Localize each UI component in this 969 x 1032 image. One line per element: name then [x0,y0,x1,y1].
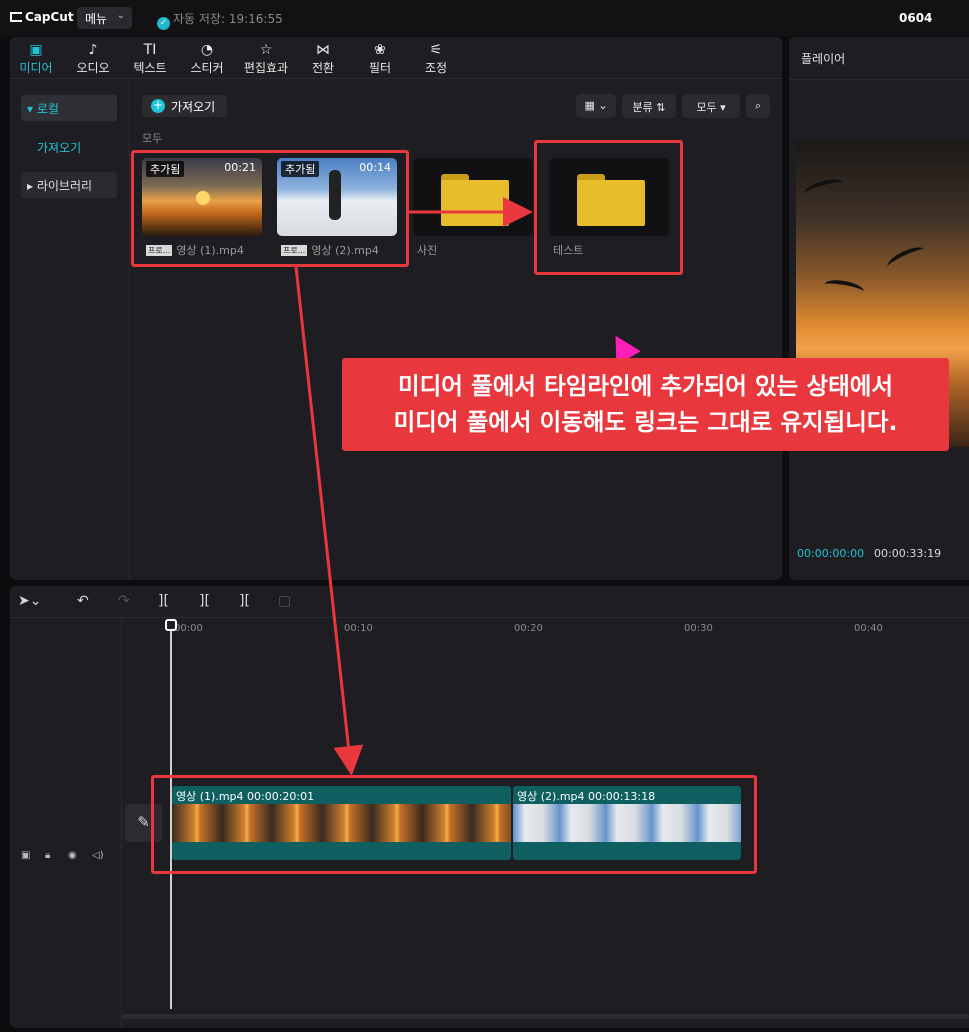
tab-filter-label: 필터 [368,61,392,75]
pencil-icon: ✎ [137,813,150,831]
media-icon: ▣ [29,42,43,58]
tab-adjust-label: 조정 [424,61,448,75]
app-logo-text: CapCut [25,10,74,24]
sort-button[interactable]: 분류 ⇅ [622,94,676,118]
sidebar-item-local[interactable]: ▾ 로컬 [21,95,117,121]
bird-shape [884,243,928,273]
funnel-icon: ▾ [720,101,726,114]
filter-button[interactable]: 모두 ▾ [682,94,740,118]
app-logo: CapCut [10,10,74,24]
player-panel: 플레이어 00:00:00:00 00:00:33:19 [789,37,969,580]
tab-text[interactable]: TI 텍스트 [129,41,171,76]
folder-icon [441,174,509,226]
time-ruler[interactable]: 00:00 00:10 00:20 00:30 00:40 [122,619,969,637]
tab-transition[interactable]: ⋈ 전환 [307,41,339,76]
delete-icon[interactable]: ▢ [278,593,291,609]
select-tool-icon[interactable]: ➤⌄ [18,593,41,609]
asset-tabs: ▣ 미디어 ♪ 오디오 TI 텍스트 ◔ 스티커 ☆ 편집효과 ⋈ 전환 ❀ 필터 ⚟ 조정 [10,37,782,79]
annotation-box-timeline-clips [151,775,757,874]
chevron-down-icon: ⌄ [116,10,125,21]
ruler-tick: 00:40 [854,623,883,634]
sticker-icon: ◔ [200,42,214,58]
sidebar-item-library[interactable]: ▸ 라이브러리 [21,172,117,198]
track-header: ▣ 🔒︎ ◉ ◁) [10,619,122,1028]
tab-filter[interactable]: ❀ 필터 [364,41,396,76]
bird-shape [823,277,865,299]
filter-icon: ❀ [374,42,386,58]
sort-icon: ⇅ [656,101,666,114]
tab-sticker[interactable]: ◔ 스티커 [186,41,228,76]
tab-effects[interactable]: ☆ 편집효과 [240,41,292,76]
transition-icon: ⋈ [316,42,330,58]
ruler-tick: 00:30 [684,623,713,634]
tab-adjust[interactable]: ⚟ 조정 [420,41,452,76]
tab-media-label: 미디어 [19,61,53,75]
tab-audio-label: 오디오 [76,61,110,75]
volume-icon[interactable]: ◁) [92,850,104,861]
project-name[interactable]: 0604 [899,11,932,25]
total-time: 00:00:33:19 [874,547,942,560]
eye-icon[interactable]: ◉ [68,850,77,861]
callout-line-1: 미디어 풀에서 타임라인에 추가되어 있는 상태에서 [398,372,893,400]
tab-text-label: 텍스트 [133,61,167,75]
title-bar: CapCut 메뉴 ⌄ ✓ 자동 저장: 19:16:55 0604 [0,0,969,36]
section-label-all: 모두 [142,132,163,145]
annotation-box-media-items [131,150,409,267]
callout-line-2: 미디어 풀에서 이동해도 링크는 그대로 유지됩니다. [393,408,898,436]
undo-icon[interactable]: ↶ [77,593,89,609]
auto-save-text: 자동 저장: 19:16:55 [173,12,283,26]
import-button[interactable]: + 가져오기 [142,95,227,117]
trim-left-icon[interactable]: ][ [199,593,210,609]
annotation-callout: 미디어 풀에서 타임라인에 추가되어 있는 상태에서 미디어 풀에서 이동해도 … [342,358,949,451]
video-track-icon: ▣ [21,850,31,861]
annotation-box-target-folder [534,140,683,275]
playhead-handle[interactable] [165,619,177,631]
ruler-tick: 00:00 [174,623,203,634]
lock-icon[interactable]: 🔒︎ [45,850,50,861]
current-time: 00:00:00:00 [797,547,865,560]
capcut-logo-icon [10,12,22,22]
trim-right-icon[interactable]: ][ [239,593,250,609]
auto-save-status: ✓ 자동 저장: 19:16:55 [157,10,283,30]
ruler-tick: 00:20 [514,623,543,634]
effects-icon: ☆ [259,42,273,58]
audio-icon: ♪ [88,42,98,58]
folder-caption: 사진 [417,244,438,257]
player-divider [789,79,969,80]
tab-transition-label: 전환 [311,61,335,75]
adjust-icon: ⚟ [429,42,443,58]
tab-media[interactable]: ▣ 미디어 [16,41,56,76]
ruler-tick: 00:10 [344,623,373,634]
plus-icon: + [151,98,165,113]
check-icon: ✓ [157,17,170,30]
player-title: 플레이어 [801,52,846,66]
filter-label: 모두 [696,101,717,114]
menu-button[interactable]: 메뉴 ⌄ [77,7,132,29]
import-button-label: 가져오기 [171,100,216,114]
tab-audio[interactable]: ♪ 오디오 [73,41,113,76]
search-icon: ⌕ [754,99,762,112]
bird-shape [802,176,846,200]
timeline-toolbar: ➤⌄ ↶ ↷ ][ ][ ][ ▢ [10,586,969,618]
sidebar-item-import[interactable]: 가져오기 [21,134,117,160]
media-panel: ▣ 미디어 ♪ 오디오 TI 텍스트 ◔ 스티커 ☆ 편집효과 ⋈ 전환 ❀ 필터 ⚟ 조정 ▾… [10,37,782,580]
grid-icon: ▦ ⌄ [584,99,608,112]
search-button[interactable]: ⌕ [746,94,770,118]
media-sidebar: ▾ 로컬 가져오기 ▸ 라이브러리 [10,80,130,580]
sort-label: 분류 [632,101,653,114]
folder-thumbnail [413,158,533,236]
menu-label: 메뉴 [85,12,108,26]
redo-icon[interactable]: ↷ [118,593,130,609]
text-icon: TI [143,42,157,58]
view-toggle-button[interactable]: ▦ ⌄ [576,94,616,118]
timeline-scrollbar[interactable] [122,1014,969,1019]
tab-effects-label: 편집효과 [243,61,289,75]
split-icon[interactable]: ][ [158,593,169,609]
tab-sticker-label: 스티커 [190,61,224,75]
